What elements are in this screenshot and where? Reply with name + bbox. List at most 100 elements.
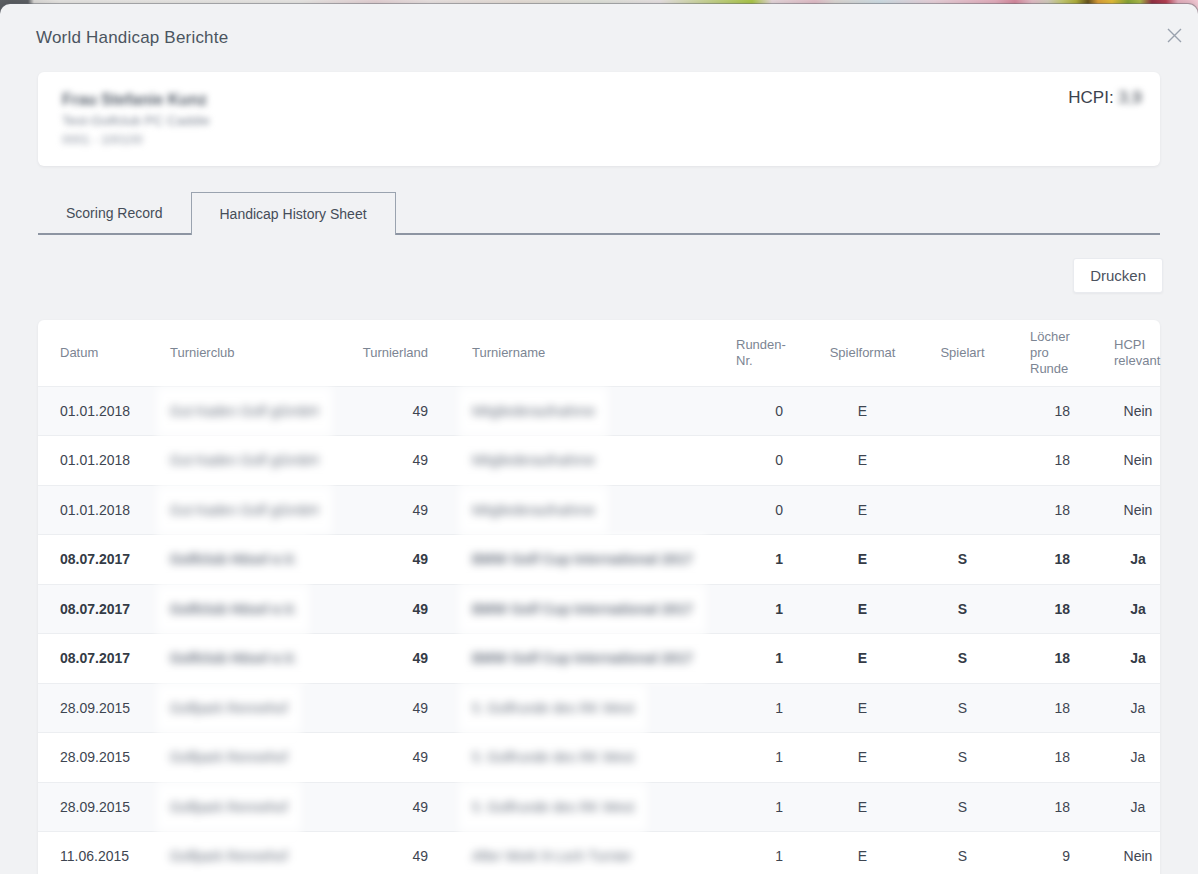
cell-land: 49	[360, 584, 430, 634]
column-header-loecher: Löcher pro Runde	[1000, 320, 1078, 386]
cell-hcpi: Ja	[1078, 782, 1160, 832]
cell-format: E	[800, 386, 925, 436]
cell-datum: 11.06.2015	[38, 832, 170, 874]
cell-land: 49	[360, 733, 430, 783]
column-header-runde: Runden-Nr.	[735, 320, 800, 386]
cell-format: E	[800, 535, 925, 585]
player-club: Test-Golfclub PC Caddie	[62, 111, 1136, 131]
world-handicap-dialog: World Handicap Berichte Frau Stefanie Ku…	[0, 4, 1198, 874]
cell-datum: 28.09.2015	[38, 733, 170, 783]
cell-art	[925, 436, 1000, 486]
table-row: 08.07.2017Golfclub Hösel e.V.49BMW Golf …	[38, 535, 1160, 585]
cell-land: 49	[360, 436, 430, 486]
cell-art	[925, 386, 1000, 436]
cell-loecher: 18	[1000, 683, 1078, 733]
cell-art: S	[925, 782, 1000, 832]
column-header-datum: Datum	[38, 320, 170, 386]
cell-hcpi: Ja	[1078, 535, 1160, 585]
cell-format: E	[800, 436, 925, 486]
cell-art: S	[925, 584, 1000, 634]
cell-loecher: 18	[1000, 386, 1078, 436]
column-header-club: Turnierclub	[170, 320, 360, 386]
cell-datum: 01.01.2018	[38, 436, 170, 486]
cell-club: Golfpark Rennehof	[170, 683, 360, 733]
cell-runde: 0	[735, 386, 800, 436]
dialog-title: World Handicap Berichte	[36, 28, 1162, 48]
cell-hcpi: Ja	[1078, 584, 1160, 634]
hcpi-display: HCPI: 3,9	[1068, 88, 1142, 108]
cell-club: Golfpark Rennehof	[170, 832, 360, 874]
hcpi-label: HCPI:	[1068, 88, 1113, 107]
player-member-id: 0001 - 100100	[62, 131, 1136, 150]
cell-name: After Work 9-Loch Turnier	[430, 832, 735, 874]
cell-land: 49	[360, 535, 430, 585]
cell-loecher: 18	[1000, 733, 1078, 783]
table-row: 11.06.2015Golfpark Rennehof49After Work …	[38, 832, 1160, 874]
print-button[interactable]: Drucken	[1073, 258, 1163, 293]
cell-loecher: 18	[1000, 634, 1078, 684]
cell-club: Golfpark Rennehof	[170, 782, 360, 832]
cell-land: 49	[360, 634, 430, 684]
column-header-land: Turnierland	[360, 320, 430, 386]
cell-club: Golfclub Hösel e.V.	[170, 535, 360, 585]
cell-runde: 1	[735, 832, 800, 874]
table-row: 08.07.2017Golfclub Hösel e.V.49BMW Golf …	[38, 634, 1160, 684]
cell-art: S	[925, 535, 1000, 585]
cell-art: S	[925, 832, 1000, 874]
cell-hcpi: Ja	[1078, 683, 1160, 733]
cell-land: 49	[360, 683, 430, 733]
close-button[interactable]	[1162, 23, 1186, 47]
table-header-row: DatumTurnierclubTurnierlandTurniernameRu…	[38, 320, 1160, 386]
cell-runde: 1	[735, 782, 800, 832]
cell-datum: 08.07.2017	[38, 584, 170, 634]
dialog-header: World Handicap Berichte	[0, 4, 1198, 48]
cell-land: 49	[360, 386, 430, 436]
cell-hcpi: Ja	[1078, 634, 1160, 684]
cell-datum: 01.01.2018	[38, 386, 170, 436]
cell-loecher: 18	[1000, 535, 1078, 585]
table-row: 28.09.2015Golfpark Rennehof495. Golfrund…	[38, 733, 1160, 783]
cell-club: Gut Kaden Golf gGmbH	[170, 386, 360, 436]
cell-loecher: 18	[1000, 485, 1078, 535]
cell-club: Golfclub Hösel e.V.	[170, 584, 360, 634]
cell-datum: 28.09.2015	[38, 683, 170, 733]
cell-art	[925, 485, 1000, 535]
cell-name: 5. Golfrunde des RK West	[430, 683, 735, 733]
cell-hcpi: Nein	[1078, 832, 1160, 874]
cell-runde: 0	[735, 485, 800, 535]
cell-club: Golfpark Rennehof	[170, 733, 360, 783]
cell-name: Mitgliederaufnahme	[430, 386, 735, 436]
cell-name: BMW Golf Cup International 2017	[430, 584, 735, 634]
cell-loecher: 9	[1000, 832, 1078, 874]
cell-name: 5. Golfrunde des RK West	[430, 733, 735, 783]
cell-loecher: 18	[1000, 782, 1078, 832]
cell-club: Golfclub Hösel e.V.	[170, 634, 360, 684]
player-info-card: Frau Stefanie Kunz Test-Golfclub PC Cadd…	[38, 72, 1160, 166]
table-row: 01.01.2018Gut Kaden Golf gGmbH49Mitglied…	[38, 485, 1160, 535]
cell-format: E	[800, 782, 925, 832]
cell-format: E	[800, 832, 925, 874]
table-row: 28.09.2015Golfpark Rennehof495. Golfrund…	[38, 782, 1160, 832]
tab-scoring-record[interactable]: Scoring Record	[38, 192, 191, 233]
cell-club: Gut Kaden Golf gGmbH	[170, 436, 360, 486]
cell-loecher: 18	[1000, 436, 1078, 486]
cell-format: E	[800, 634, 925, 684]
cell-land: 49	[360, 485, 430, 535]
cell-datum: 08.07.2017	[38, 634, 170, 684]
cell-name: Mitgliederaufnahme	[430, 485, 735, 535]
cell-name: BMW Golf Cup International 2017	[430, 535, 735, 585]
table-row: 01.01.2018Gut Kaden Golf gGmbH49Mitglied…	[38, 436, 1160, 486]
column-header-name: Turniername	[430, 320, 735, 386]
cell-datum: 01.01.2018	[38, 485, 170, 535]
close-icon	[1167, 28, 1182, 43]
cell-loecher: 18	[1000, 584, 1078, 634]
tab-handicap-history-sheet[interactable]: Handicap History Sheet	[191, 192, 396, 235]
table-row: 28.09.2015Golfpark Rennehof495. Golfrund…	[38, 683, 1160, 733]
cell-land: 49	[360, 782, 430, 832]
cell-land: 49	[360, 832, 430, 874]
cell-club: Gut Kaden Golf gGmbH	[170, 485, 360, 535]
cell-art: S	[925, 634, 1000, 684]
column-header-format: Spielformat	[800, 320, 925, 386]
actions-row: Drucken	[38, 258, 1163, 293]
cell-runde: 1	[735, 733, 800, 783]
